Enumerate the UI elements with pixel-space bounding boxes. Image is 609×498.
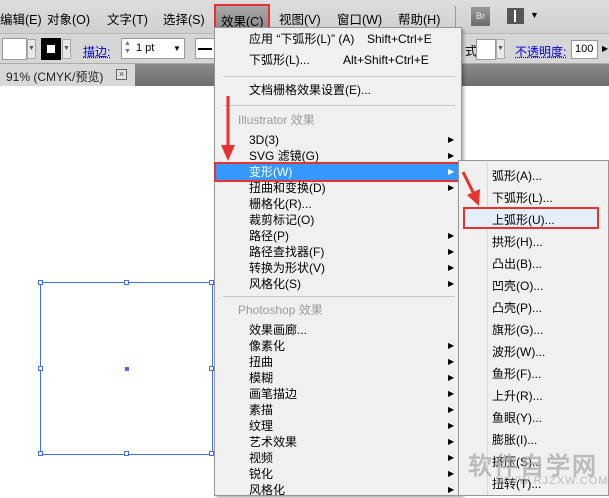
watermark-url: WWW.RJZXW.COM <box>496 475 609 487</box>
annotation-arrows <box>221 96 480 206</box>
red-arrow-diagonal <box>461 171 480 206</box>
red-arrow-down <box>221 96 235 161</box>
